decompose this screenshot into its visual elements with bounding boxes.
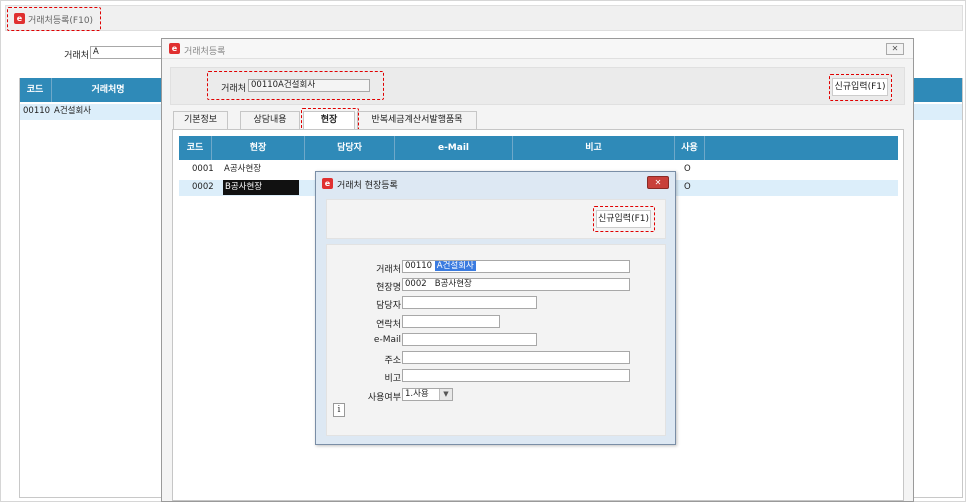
dialog-client-group: 거래처 00110A건설회사 [207, 71, 384, 100]
popup-new-entry-button[interactable]: 신규입력(F1) [596, 210, 651, 228]
client-filter-label: 거래처 [64, 51, 89, 61]
popup-note-label: 비고 [384, 374, 401, 384]
site-col-manager[interactable]: 담당자 [305, 136, 395, 160]
popup-address-label: 주소 [384, 356, 401, 366]
popup-app-icon: e [322, 178, 333, 189]
dialog-app-icon: e [169, 43, 180, 54]
popup-manager-input[interactable] [402, 296, 537, 309]
dialog-new-button-highlight: 신규입력(F1) [829, 74, 892, 101]
popup-contact-label: 연락처 [376, 320, 401, 330]
popup-use-label: 사용여부 [367, 393, 401, 403]
site-popup: e 거래처 현장등록 ✕ 신규입력(F1) 거래처 00110 A건설회사 현장… [315, 171, 676, 445]
tab-basic-info[interactable]: 기본정보 [173, 111, 228, 129]
popup-site-label: 현장명 [376, 283, 401, 293]
dialog-client-input[interactable]: 00110A건설회사 [248, 79, 370, 92]
main-title-tab[interactable]: e 거래처등록(F10) [7, 7, 101, 31]
site-row-use: O [684, 182, 691, 192]
dialog-titlebar: e 거래처등록 ✕ [162, 39, 913, 59]
popup-client-input[interactable]: 00110 A건설회사 [402, 260, 630, 273]
popup-client-name: A건설회사 [434, 261, 476, 271]
close-icon[interactable]: ✕ [886, 43, 904, 55]
client-filter-input[interactable]: A [90, 46, 165, 59]
new-entry-button[interactable]: 신규입력(F1) [832, 78, 888, 96]
dialog-title: 거래처등록 [184, 47, 226, 57]
popup-note-input[interactable] [402, 369, 630, 382]
popup-use-select[interactable]: 1.사용 ▼ [402, 388, 453, 401]
site-col-email[interactable]: e-Mail [395, 136, 513, 160]
site-row-code: 0001 [192, 164, 214, 174]
close-icon[interactable]: ✕ [647, 176, 669, 189]
app-icon: e [14, 13, 25, 24]
site-grid-header: 코드 현장 담당자 e-Mail 비고 사용 [179, 136, 898, 160]
popup-contact-input[interactable] [402, 315, 500, 328]
popup-email-input[interactable] [402, 333, 537, 346]
info-icon[interactable]: i [333, 403, 345, 417]
site-col-note[interactable]: 비고 [513, 136, 675, 160]
main-title-label: 거래처등록(F10) [28, 16, 94, 26]
popup-address-input[interactable] [402, 351, 630, 364]
dialog-tabs: 기본정보 상담내용 현장 반복세금계산서발행품목 [173, 111, 903, 131]
tab-consult[interactable]: 상담내용 [240, 111, 300, 129]
popup-email-label: e-Mail [373, 335, 401, 345]
site-col-site[interactable]: 현장 [212, 136, 305, 160]
popup-client-code: 00110 [405, 261, 433, 271]
popup-title: 거래처 현장등록 [337, 181, 398, 191]
popup-use-value: 1.사용 [405, 389, 429, 399]
tab-recurring-invoice[interactable]: 반복세금계산서발행품목 [357, 111, 477, 129]
popup-site-input[interactable]: 0002 B공사현장 [402, 278, 630, 291]
main-titlebar [5, 5, 963, 31]
chevron-down-icon[interactable]: ▼ [439, 389, 452, 400]
site-row-site: A공사현장 [224, 164, 262, 174]
site-col-use[interactable]: 사용 [675, 136, 705, 160]
site-row-site: B공사현장 [223, 180, 299, 195]
popup-client-label: 거래처 [376, 265, 401, 275]
dialog-client-label: 거래처 [221, 84, 246, 94]
popup-manager-label: 담당자 [376, 301, 401, 311]
site-row-use: O [684, 164, 691, 174]
site-row-code: 0002 [192, 182, 214, 192]
popup-titlebar: e 거래처 현장등록 ✕ [316, 172, 675, 194]
site-col-code[interactable]: 코드 [179, 136, 212, 160]
popup-new-button-highlight: 신규입력(F1) [593, 206, 655, 232]
